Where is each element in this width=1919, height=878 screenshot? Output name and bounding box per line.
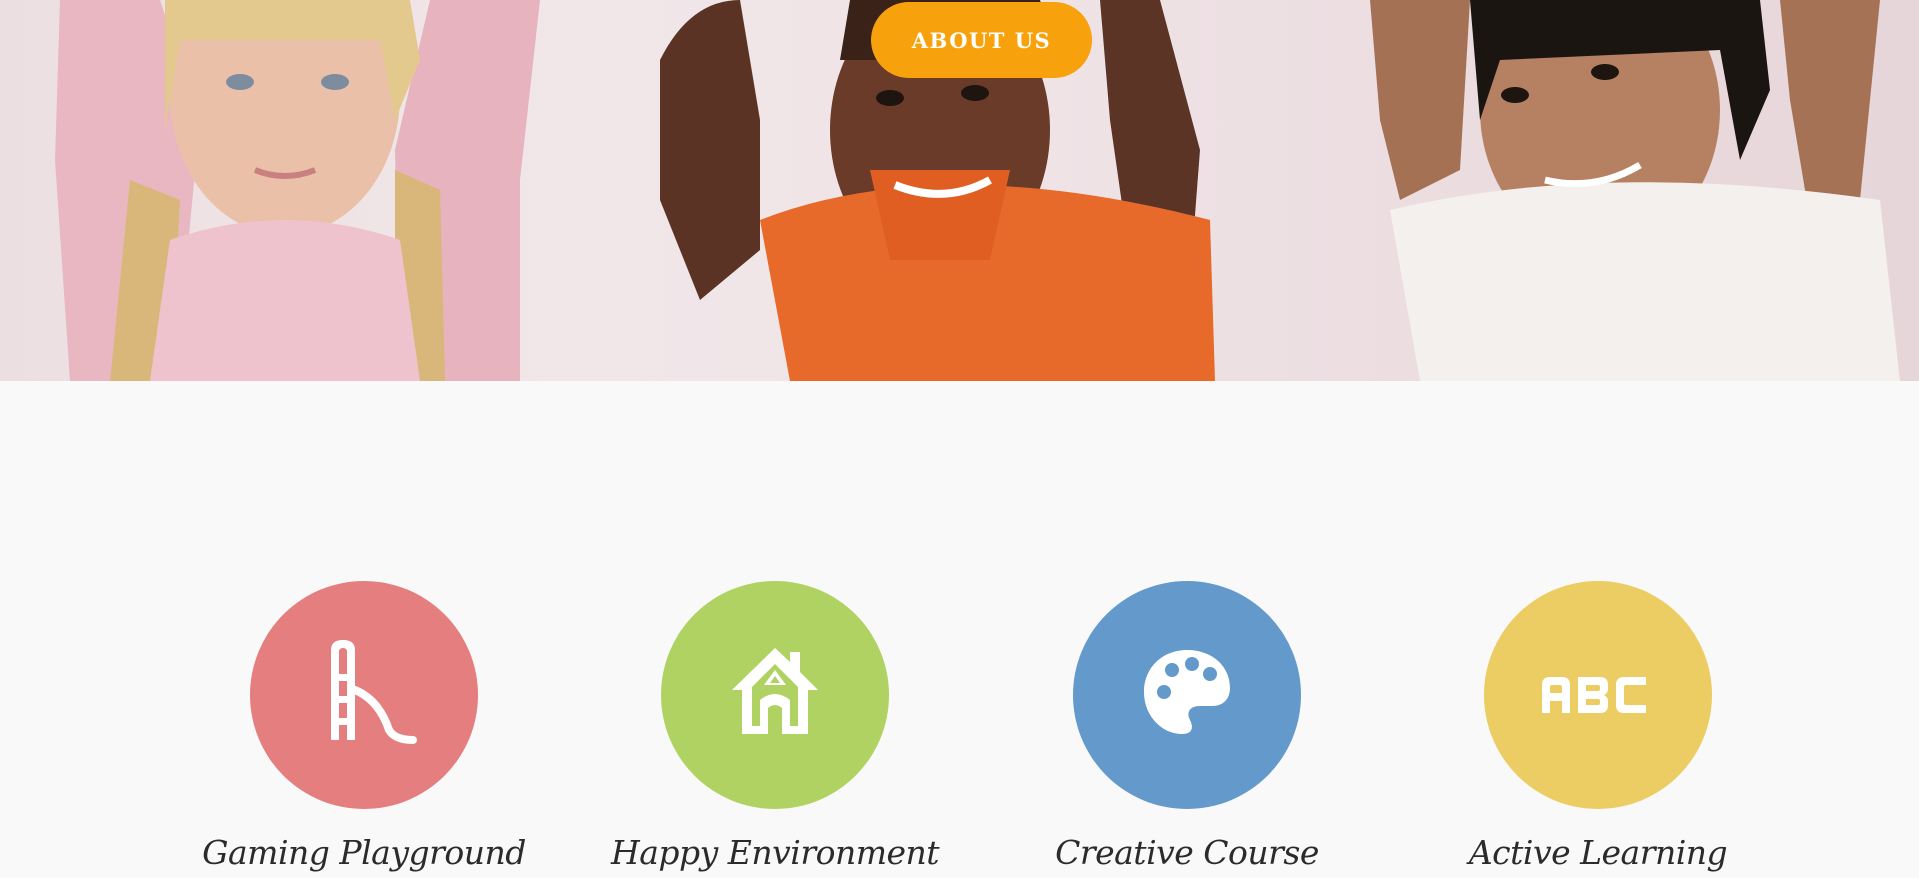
feature-title: Creative Course	[1055, 833, 1319, 872]
feature-circle[interactable]	[1484, 581, 1712, 809]
about-us-button[interactable]: ABOUT US	[871, 2, 1092, 78]
child-right	[1370, 0, 1900, 381]
slide-icon	[331, 640, 417, 744]
feature-title: Active Learning	[1468, 833, 1728, 872]
child-left	[55, 0, 540, 381]
feature-title: Happy Environment	[610, 833, 940, 872]
feature-circle[interactable]	[661, 581, 889, 809]
features-section: Gaming Playground Happy Environment Crea…	[0, 381, 1919, 878]
house-icon	[732, 648, 818, 734]
feature-gaming-playground[interactable]: Gaming Playground	[202, 581, 526, 872]
feature-active-learning[interactable]: Active Learning	[1438, 581, 1758, 872]
abc-icon	[1542, 677, 1646, 713]
feature-circle[interactable]	[250, 581, 478, 809]
palette-icon	[1144, 650, 1230, 734]
feature-creative-course[interactable]: Creative Course	[1027, 581, 1347, 872]
hero-banner: ABOUT US	[0, 0, 1919, 381]
feature-circle[interactable]	[1073, 581, 1301, 809]
feature-happy-environment[interactable]: Happy Environment	[611, 581, 940, 872]
feature-title: Gaming Playground	[202, 833, 526, 872]
